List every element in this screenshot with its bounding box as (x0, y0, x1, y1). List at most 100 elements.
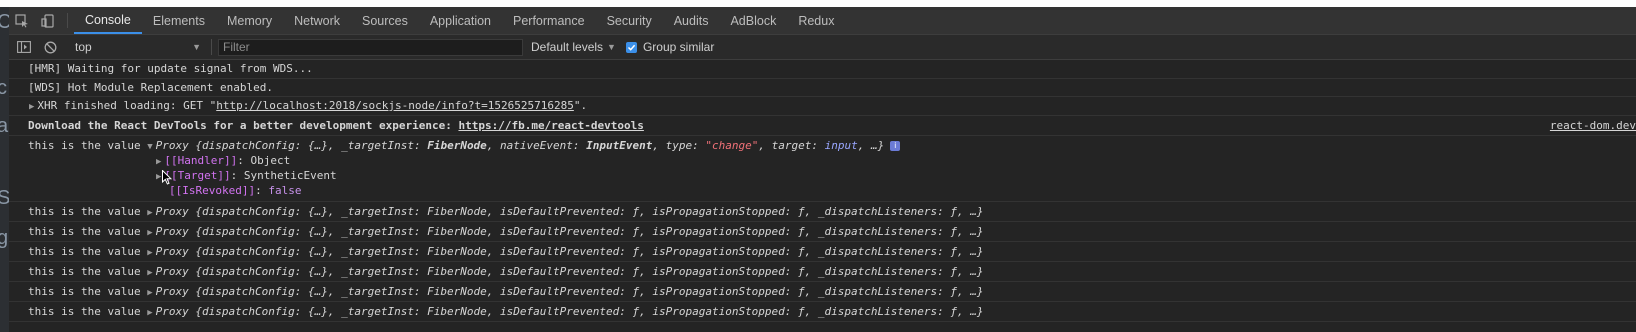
log-levels-dropdown[interactable]: Default levels ▼ (531, 40, 616, 54)
inspect-element-icon[interactable] (9, 7, 35, 34)
expand-triangle-icon[interactable]: ▶ (156, 157, 161, 167)
preview-value: "change" (705, 139, 759, 152)
console-output: [HMR] Waiting for update signal from WDS… (9, 60, 1636, 332)
devtools-link[interactable]: https://fb.me/react-devtools (458, 119, 643, 132)
console-message-collapsed[interactable]: this is the value ▶ Proxy {dispatchConfig… (9, 262, 1636, 282)
proxy-property-row[interactable]: ▶ [[Target]]: SyntheticEvent (156, 169, 337, 182)
proxy-name: Proxy (155, 305, 189, 318)
tab-network[interactable]: Network (283, 7, 351, 34)
source-link[interactable]: react-dom.dev (1550, 119, 1636, 132)
expand-triangle-icon[interactable]: ▶ (29, 102, 34, 112)
preview-sep: : (413, 139, 428, 152)
log-label: this is the value (28, 305, 141, 318)
window-top-strip (0, 0, 1636, 7)
preview-key: , target (758, 139, 812, 152)
tab-security[interactable]: Security (596, 7, 663, 34)
chevron-down-icon: ▼ (607, 42, 616, 52)
console-toolbar: top ▼ Default levels ▼ Group similar (9, 35, 1636, 60)
expand-triangle-icon[interactable]: ▶ (147, 208, 152, 218)
proxy-preview-text: {dispatchConfig: {…}, _targetInst: Fiber… (195, 265, 984, 278)
proxy-preview-text: {dispatchConfig: {…}, _targetInst: Fiber… (195, 285, 984, 298)
log-label: this is the value (28, 139, 141, 152)
group-similar-checkbox[interactable] (625, 41, 637, 53)
tab-application[interactable]: Application (419, 7, 502, 34)
log-label: this is the value (28, 205, 141, 218)
proxy-preview[interactable]: Proxy {dispatchConfig: {…}, _targetInst:… (156, 139, 885, 152)
proxy-property-row: [[IsRevoked]]: false (169, 184, 302, 197)
preview-key: , _targetInst (327, 139, 414, 152)
preview-sep: : (811, 139, 825, 152)
proxy-name: Proxy (155, 285, 189, 298)
xhr-url-link[interactable]: http://localhost:2018/sockjs-node/info?t… (216, 99, 574, 112)
console-message[interactable]: ▶ XHR finished loading: GET "http://local… (9, 97, 1636, 116)
context-selector[interactable]: top ▼ (75, 39, 205, 56)
property-name: [[Handler]] (164, 154, 238, 167)
xhr-suffix: ". (573, 99, 588, 112)
device-toolbar-icon[interactable] (35, 7, 61, 34)
filter-input[interactable] (218, 38, 523, 56)
preview-value: {…} (307, 139, 328, 152)
message-text: this is the value ▶ Proxy {dispatchConfig… (28, 265, 983, 278)
preview-value: FiberNode (427, 139, 487, 152)
info-icon[interactable]: i (890, 141, 901, 151)
console-message-collapsed[interactable]: this is the value ▶ Proxy {dispatchConfig… (9, 222, 1636, 242)
log-label: this is the value (28, 245, 141, 258)
log-label: this is the value (28, 265, 141, 278)
preview-key: , …} (857, 139, 885, 152)
tab-redux[interactable]: Redux (787, 7, 845, 34)
tab-audits[interactable]: Audits (663, 7, 720, 34)
log-label: this is the value (28, 225, 141, 238)
xhr-prefix: XHR finished loading: GET " (37, 99, 217, 112)
chevron-down-icon: ▼ (192, 42, 201, 52)
left-strip-glyph: S (0, 187, 9, 209)
proxy-name: Proxy (155, 225, 189, 238)
tab-adblock[interactable]: AdBlock (719, 7, 787, 34)
proxy-preview-text: {dispatchConfig: {…}, _targetInst: Fiber… (195, 205, 984, 218)
preview-value: InputEvent (586, 139, 653, 152)
message-text: [WDS] Hot Module Replacement enabled. (28, 81, 274, 94)
tab-memory[interactable]: Memory (216, 7, 283, 34)
devtools-text: Download the React DevTools for a better… (28, 119, 459, 132)
property-name: [[IsRevoked]] (169, 184, 256, 197)
left-strip-glyph: C (0, 11, 9, 33)
preview-key: , nativeEvent (486, 139, 573, 152)
preview-sep: : (572, 139, 587, 152)
message-text: this is the value ▶ Proxy {dispatchConfig… (28, 225, 983, 238)
proxy-preview-text: {dispatchConfig: {…}, _targetInst: Fiber… (195, 225, 984, 238)
tab-elements[interactable]: Elements (142, 7, 216, 34)
message-text: this is the value ▶ Proxy {dispatchConfig… (28, 205, 983, 218)
clear-console-icon[interactable] (37, 41, 63, 54)
devtools-tab-bar: Console Elements Memory Network Sources … (9, 7, 1636, 35)
tab-sources[interactable]: Sources (351, 7, 419, 34)
preview-part: {dispatchConfig: {…} (195, 139, 327, 152)
preview-key: , type (652, 139, 693, 152)
tab-performance[interactable]: Performance (502, 7, 596, 34)
expand-triangle-icon[interactable]: ▶ (156, 172, 161, 182)
show-sidebar-icon[interactable] (11, 41, 37, 53)
property-value: Object (250, 154, 291, 167)
proxy-property-row[interactable]: ▶ [[Handler]]: Object (156, 154, 290, 167)
property-value: false (268, 184, 302, 197)
message-text: this is the value ▶ Proxy {dispatchConfig… (28, 245, 983, 258)
group-similar-toggle[interactable]: Group similar (625, 40, 714, 54)
expand-triangle-icon[interactable]: ▶ (147, 228, 152, 238)
console-message-collapsed[interactable]: this is the value ▶ Proxy {dispatchConfig… (9, 242, 1636, 262)
console-message: [HMR] Waiting for update signal from WDS… (9, 60, 1636, 79)
console-message-collapsed[interactable]: this is the value ▶ Proxy {dispatchConfig… (9, 302, 1636, 322)
expand-triangle-icon[interactable]: ▶ (147, 248, 152, 258)
console-message-collapsed[interactable]: this is the value ▶ Proxy {dispatchConfig… (9, 282, 1636, 302)
preview-part: , type: "change" (652, 139, 758, 152)
expand-triangle-icon[interactable]: ▶ (147, 268, 152, 278)
expand-triangle-icon[interactable]: ▶ (147, 308, 152, 318)
proxy-name: Proxy (155, 245, 189, 258)
tab-console[interactable]: Console (74, 7, 142, 34)
property-value: SyntheticEvent (243, 169, 337, 182)
console-message-collapsed[interactable]: this is the value ▶ Proxy {dispatchConfig… (9, 202, 1636, 222)
preview-part: , nativeEvent: InputEvent (487, 139, 653, 152)
proxy-name: Proxy (155, 205, 189, 218)
log-levels-label: Default levels (531, 40, 604, 54)
expand-triangle-icon[interactable]: ▶ (147, 288, 152, 298)
collapse-triangle-icon[interactable]: ▼ (147, 142, 152, 152)
proxy-preview-text: {dispatchConfig: {…}, _targetInst: Fiber… (195, 245, 984, 258)
proxy-name: Proxy (155, 265, 189, 278)
